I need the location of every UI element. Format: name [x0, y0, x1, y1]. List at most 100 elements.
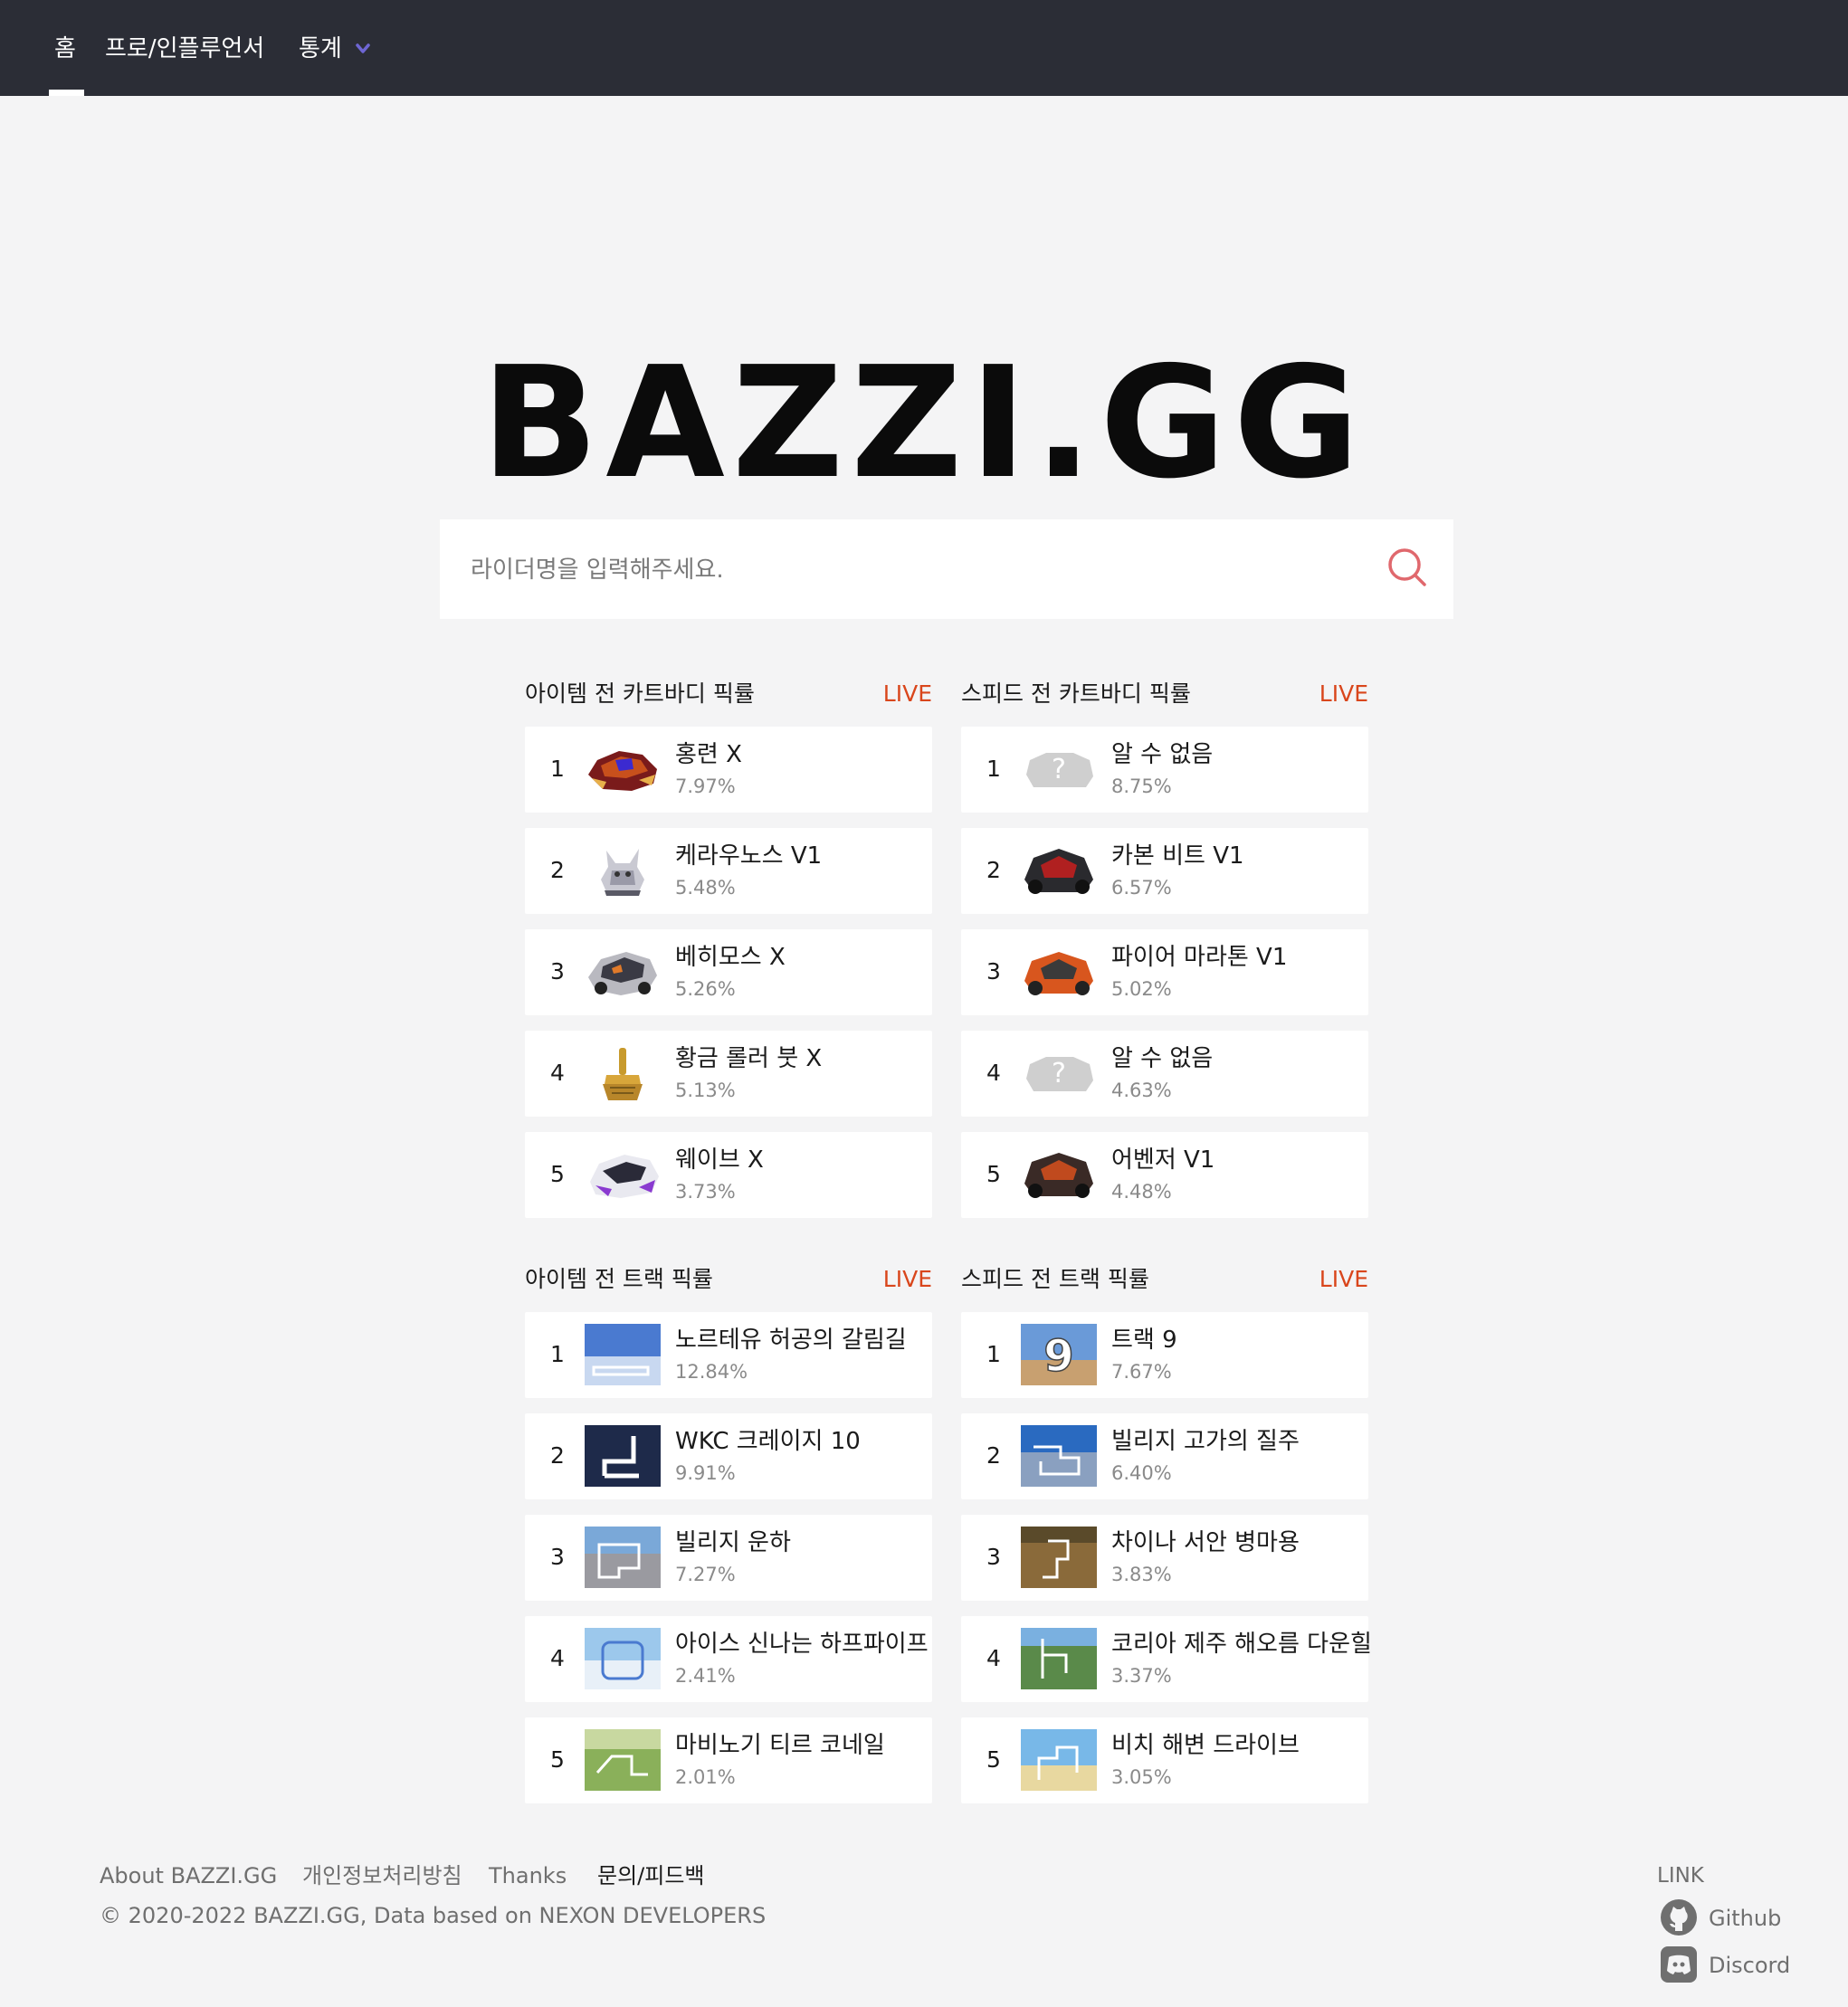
pick-rate: 4.48% — [1111, 1181, 1172, 1203]
rank-number: 2 — [550, 857, 565, 883]
rank-number: 5 — [550, 1746, 565, 1773]
rank-number: 5 — [986, 1746, 1001, 1773]
ranking-row[interactable]: 1 노르테유 허공의 갈림길 12.84% — [525, 1312, 932, 1398]
track-name: 코리아 제주 해오름 다운힐 — [1111, 1631, 1372, 1658]
svg-text:?: ? — [1052, 1058, 1066, 1089]
item-kart-pickrate-section: 아이템 전 카트바디 픽률 LIVE 1 홍련 X 7.97% 2 케라우노스 … — [525, 679, 932, 1222]
ranking-row[interactable]: 5 웨이브 X 3.73% — [525, 1132, 932, 1218]
nav-stats[interactable]: 통계 — [299, 33, 342, 65]
github-link[interactable]: Github — [1660, 1898, 1805, 1938]
pick-rate: 8.75% — [1111, 775, 1172, 797]
track-name: 노르테유 허공의 갈림길 — [675, 1327, 907, 1354]
nav-pro-influencer[interactable]: 프로/인플루언서 — [105, 33, 264, 65]
track-image — [585, 1628, 661, 1689]
ranking-row[interactable]: 2 WKC 크레이지 10 9.91% — [525, 1413, 932, 1499]
track-image — [1021, 1729, 1097, 1791]
live-badge: LIVE — [1319, 1266, 1368, 1292]
rank-number: 1 — [986, 1341, 1001, 1367]
ranking-row[interactable]: 4 ? 알 수 없음 4.63% — [961, 1031, 1368, 1117]
pick-rate: 3.83% — [1111, 1564, 1172, 1585]
kart-name: 케라우노스 V1 — [675, 842, 823, 870]
live-badge: LIVE — [882, 1266, 932, 1292]
track-name: 비치 해변 드라이브 — [1111, 1732, 1300, 1759]
track-image — [585, 1425, 661, 1487]
live-badge: LIVE — [1319, 680, 1368, 707]
rank-number: 4 — [986, 1060, 1001, 1086]
rank-number: 2 — [550, 1442, 565, 1469]
ranking-row[interactable]: 3 빌리지 운하 7.27% — [525, 1515, 932, 1601]
track-name: 빌리지 고가의 질주 — [1111, 1428, 1300, 1455]
pick-rate: 7.67% — [1111, 1361, 1172, 1383]
rank-number: 2 — [986, 857, 1001, 883]
ranking-row[interactable]: 4 황금 롤러 붓 X 5.13% — [525, 1031, 932, 1117]
track-image — [585, 1729, 661, 1791]
ranking-row[interactable]: 3 베히모스 X 5.26% — [525, 929, 932, 1015]
rank-number: 4 — [550, 1645, 565, 1671]
track-image — [1021, 1527, 1097, 1588]
kart-image — [1024, 849, 1093, 894]
ranking-row[interactable]: 3 차이나 서안 병마용 3.83% — [961, 1515, 1368, 1601]
rank-number: 4 — [550, 1060, 565, 1086]
footer-about-link[interactable]: About BAZZI.GG — [100, 1860, 277, 1891]
item-track-pickrate-section: 아이템 전 트랙 픽률 LIVE 1 노르테유 허공의 갈림길 12.84% 2… — [525, 1264, 932, 1807]
ranking-row[interactable]: 5 비치 해변 드라이브 3.05% — [961, 1717, 1368, 1803]
pick-rate: 6.57% — [1111, 877, 1172, 899]
ranking-row[interactable]: 1 ? 알 수 없음 8.75% — [961, 727, 1368, 813]
rank-number: 3 — [550, 1544, 565, 1570]
link-heading: LINK — [1657, 1864, 1704, 1888]
rank-number: 1 — [986, 756, 1001, 782]
pick-rate: 7.97% — [675, 775, 736, 797]
ranking-row[interactable]: 1 9 트랙 9 7.67% — [961, 1312, 1368, 1398]
pick-rate: 3.05% — [1111, 1766, 1172, 1788]
ranking-row[interactable]: 2 빌리지 고가의 질주 6.40% — [961, 1413, 1368, 1499]
kart-name: 어벤저 V1 — [1111, 1146, 1215, 1174]
ranking-row[interactable]: 5 마비노기 티르 코네일 2.01% — [525, 1717, 932, 1803]
github-label: Github — [1709, 1906, 1782, 1931]
track-name: 트랙 9 — [1111, 1327, 1177, 1354]
track-name: WKC 크레이지 10 — [675, 1428, 861, 1455]
section-title: 아이템 전 카트바디 픽률 — [525, 680, 755, 707]
ranking-row[interactable]: 3 파이어 마라톤 V1 5.02% — [961, 929, 1368, 1015]
unknown-kart-icon: ? — [1026, 753, 1093, 787]
rank-number: 2 — [986, 1442, 1001, 1469]
pick-rate: 5.48% — [675, 877, 736, 899]
rider-search-box — [440, 519, 1453, 619]
ranking-row[interactable]: 4 아이스 신나는 하프파이프 2.41% — [525, 1616, 932, 1702]
footer-privacy-link[interactable]: 개인정보처리방침 — [302, 1860, 462, 1891]
pick-rate: 3.37% — [1111, 1665, 1172, 1687]
kart-name: 알 수 없음 — [1111, 741, 1214, 768]
copyright-text: © 2020-2022 BAZZI.GG, Data based on NEXO… — [100, 1903, 767, 1928]
site-logo[interactable]: BAZZI.GG — [0, 342, 1848, 505]
ranking-row[interactable]: 2 케라우노스 V1 5.48% — [525, 828, 932, 914]
discord-link[interactable]: Discord — [1660, 1945, 1805, 1985]
kart-image — [1024, 1153, 1093, 1198]
ranking-row[interactable]: 2 카본 비트 V1 6.57% — [961, 828, 1368, 914]
kart-name: 홍련 X — [675, 741, 742, 768]
ranking-row[interactable]: 4 코리아 제주 해오름 다운힐 3.37% — [961, 1616, 1372, 1702]
search-icon[interactable] — [1383, 543, 1432, 592]
kart-name: 황금 롤러 붓 X — [675, 1045, 823, 1072]
pick-rate: 2.01% — [675, 1766, 736, 1788]
ranking-row[interactable]: 5 어벤저 V1 4.48% — [961, 1132, 1368, 1218]
speed-track-pickrate-section: 스피드 전 트랙 픽률 LIVE 1 9 트랙 9 7.67% 2 빌리지 고가… — [961, 1264, 1372, 1807]
rank-number: 3 — [550, 958, 565, 984]
svg-text:?: ? — [1052, 754, 1066, 785]
kart-image — [588, 751, 657, 791]
discord-icon — [1661, 1946, 1697, 1983]
rider-search-input[interactable] — [469, 547, 1377, 594]
footer-feedback-link[interactable]: 문의/피드백 — [597, 1860, 705, 1891]
track-name: 아이스 신나는 하프파이프 — [675, 1631, 929, 1658]
chevron-down-icon[interactable] — [356, 43, 370, 54]
footer-thanks-link[interactable]: Thanks — [489, 1860, 567, 1891]
pick-rate: 12.84% — [675, 1361, 748, 1383]
rank-number: 3 — [986, 1544, 1001, 1570]
ranking-row[interactable]: 1 홍련 X 7.97% — [525, 727, 932, 813]
pick-rate: 7.27% — [675, 1564, 736, 1585]
top-nav-bar: 홈 프로/인플루언서 통계 — [0, 0, 1848, 96]
kart-name: 카본 비트 V1 — [1111, 842, 1244, 870]
kart-image — [603, 1048, 643, 1100]
rank-number: 1 — [550, 1341, 565, 1367]
pick-rate: 3.73% — [675, 1181, 736, 1203]
nav-home[interactable]: 홈 — [54, 33, 76, 65]
pick-rate: 6.40% — [1111, 1462, 1172, 1484]
